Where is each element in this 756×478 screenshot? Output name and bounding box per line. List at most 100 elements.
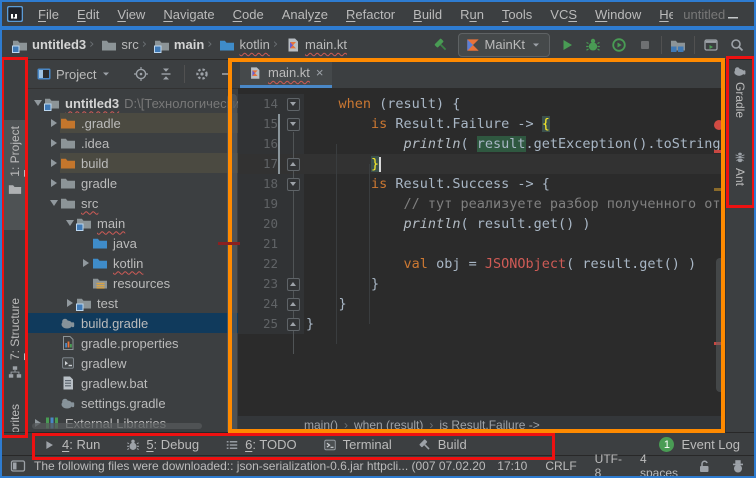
tree-item--idea[interactable]: .idea [28, 133, 238, 153]
tree-item-src[interactable]: src [28, 193, 238, 213]
fold-end-icon[interactable] [287, 158, 300, 171]
editor-breadcrumb-item[interactable]: main() [304, 418, 338, 432]
collapsed-arrow-icon[interactable] [51, 159, 57, 167]
menu-refactor[interactable]: Refactor [337, 7, 404, 22]
fold-expanded-icon[interactable] [287, 118, 300, 131]
toolwindow-button-project[interactable]: 1: Project [2, 120, 28, 230]
tree-item-main[interactable]: main [28, 213, 238, 233]
toolwindow-button-terminal[interactable]: Terminal [323, 437, 392, 452]
locate-file-button[interactable] [130, 62, 151, 86]
build-project-button[interactable] [428, 33, 454, 57]
project-tree-vertical-scrollbar[interactable] [227, 94, 237, 450]
expanded-arrow-icon[interactable] [34, 100, 42, 106]
code-line-14[interactable]: 14 when (result) { [238, 94, 728, 114]
code-line-20[interactable]: 20 println( result.get() ) [238, 214, 728, 234]
toolwindow-toggle-icon[interactable] [10, 458, 26, 474]
fold-expanded-icon[interactable] [287, 178, 300, 191]
indent-setting[interactable]: 4 spaces [640, 452, 678, 478]
run-button[interactable] [554, 33, 580, 57]
tree-item-resources[interactable]: resources [28, 273, 238, 293]
menu-window[interactable]: Window [586, 7, 650, 22]
event-log-button[interactable]: 1 Event Log [659, 437, 740, 452]
menu-tools[interactable]: Tools [493, 7, 541, 22]
menu-build[interactable]: Build [404, 7, 451, 22]
code-line-25[interactable]: 25} [238, 314, 728, 334]
menu-help[interactable]: Help [650, 7, 673, 22]
tree-item-test[interactable]: test [28, 293, 238, 313]
tab-main-kt[interactable]: main.kt × [240, 60, 332, 88]
collapsed-arrow-icon[interactable] [83, 259, 89, 267]
fold-expanded-icon[interactable] [287, 98, 300, 111]
toolwindow-button-run[interactable]: 4: Run [42, 437, 100, 452]
toolwindow-button-todo[interactable]: 6: TODO [225, 437, 297, 452]
code-line-22[interactable]: 22 val obj = JSONObject( result.get() ) [238, 254, 728, 274]
file-encoding[interactable]: UTF-8 [595, 452, 622, 478]
readonly-lock-icon[interactable] [696, 458, 712, 474]
tree-item-untitled3[interactable]: untitled3 D:\[Технологический [28, 93, 238, 113]
fold-end-icon[interactable] [287, 278, 300, 291]
tree-item-gradle[interactable]: gradle [28, 173, 238, 193]
caret-position[interactable]: 17:10 [497, 459, 527, 473]
run-anything-button[interactable] [698, 33, 724, 57]
collapsed-arrow-icon[interactable] [51, 139, 57, 147]
tree-item--gradle[interactable]: .gradle [28, 113, 238, 133]
menu-edit[interactable]: Edit [68, 7, 108, 22]
collapse-all-button[interactable] [155, 62, 176, 86]
expanded-arrow-icon[interactable] [66, 220, 74, 226]
tree-item-build-gradle[interactable]: build.gradle [28, 313, 238, 333]
code-line-19[interactable]: 19 // тут реализуете разбор полученного … [238, 194, 728, 214]
menu-run[interactable]: Run [451, 7, 493, 22]
toolwindow-button-gradle[interactable]: Gradle [726, 64, 754, 118]
code-line-21[interactable]: 21 [238, 234, 728, 254]
menu-analyze[interactable]: Analyze [273, 7, 337, 22]
menu-navigate[interactable]: Navigate [154, 7, 223, 22]
debug-button[interactable] [580, 33, 606, 57]
chevron-down-icon[interactable] [100, 66, 112, 82]
expanded-arrow-icon[interactable] [50, 200, 58, 206]
collapsed-arrow-icon[interactable] [51, 119, 57, 127]
toolwindow-button-build[interactable]: Build [418, 437, 467, 452]
code-line-15[interactable]: 15 is Result.Failure -> { [238, 114, 728, 134]
menu-view[interactable]: View [108, 7, 154, 22]
project-tree-horizontal-scrollbar[interactable] [32, 423, 202, 429]
toolwindow-button-ant[interactable]: Ant [726, 150, 754, 186]
tab-close-icon[interactable]: × [316, 65, 324, 80]
stop-button[interactable] [632, 33, 658, 57]
editor-breadcrumb-item[interactable]: is Result.Failure -> [439, 418, 539, 432]
panel-settings-button[interactable] [192, 62, 213, 86]
breadcrumb-main-kt[interactable]: main.kt [285, 37, 347, 53]
menu-code[interactable]: Code [224, 7, 273, 22]
code-line-17[interactable]: 17 } [238, 154, 728, 174]
editor-breadcrumb-item[interactable]: when (result) [354, 418, 423, 432]
code-line-23[interactable]: 23 } [238, 274, 728, 294]
collapsed-arrow-icon[interactable] [67, 299, 73, 307]
fold-end-icon[interactable] [287, 298, 300, 311]
collapsed-arrow-icon[interactable] [51, 179, 57, 187]
minimize-button[interactable] [725, 2, 741, 26]
menu-file[interactable]: File [29, 7, 68, 22]
tree-item-settings-gradle[interactable]: settings.gradle [28, 393, 238, 413]
tree-item-build[interactable]: build [28, 153, 238, 173]
tree-item-gradle-properties[interactable]: gradle.properties [28, 333, 238, 353]
coverage-button[interactable] [606, 33, 632, 57]
tree-item-java[interactable]: java [28, 233, 238, 253]
breadcrumb-main[interactable]: main [154, 37, 204, 53]
breadcrumb-untitled3[interactable]: untitled3 [12, 37, 86, 53]
breadcrumb-kotlin[interactable]: kotlin [219, 37, 269, 53]
code-viewport[interactable]: 14 when (result) {15 is Result.Failure -… [238, 88, 728, 334]
tree-item-kotlin[interactable]: kotlin [28, 253, 238, 273]
project-panel-title[interactable]: Project [56, 67, 96, 82]
toolwindow-button-structure[interactable]: 7: Structure [2, 292, 28, 398]
menu-vcs[interactable]: VCS [541, 7, 586, 22]
tree-item-gradlew-bat[interactable]: gradlew.bat [28, 373, 238, 393]
code-line-18[interactable]: 18 is Result.Success -> { [238, 174, 728, 194]
code-line-16[interactable]: 16 println( result.getException().toStri… [238, 134, 728, 154]
fold-end-icon[interactable] [287, 318, 300, 331]
status-message[interactable]: The following files were downloaded:: js… [34, 459, 489, 473]
hide-panel-button[interactable] [217, 62, 238, 86]
project-structure-button[interactable] [665, 33, 691, 57]
inspection-profile-icon[interactable] [730, 458, 746, 474]
toolwindow-button-debug[interactable]: 5: Debug [126, 437, 199, 452]
search-everywhere-button[interactable] [724, 33, 750, 57]
breadcrumb-src[interactable]: src [101, 37, 138, 53]
